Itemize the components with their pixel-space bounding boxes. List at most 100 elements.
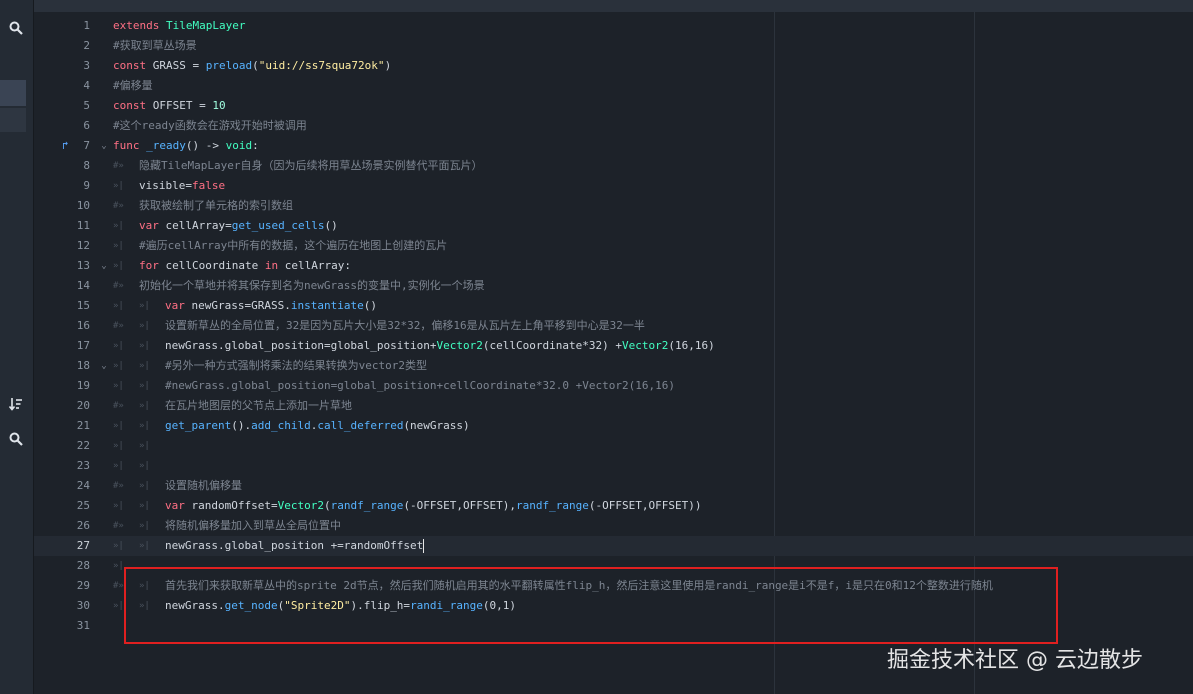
code-line[interactable]: 17 »| »| newGrass.global_position=global_po… (34, 336, 1193, 356)
code-token: newGrass.global_position=global_position… (165, 339, 437, 352)
indent-guide-icon: »| (139, 361, 150, 371)
indent-guide-icon: »| (113, 501, 124, 511)
code-text: #遍历cellArray中所有的数据，这个遍历在地图上创建的瓦片 (139, 236, 447, 256)
sort-icon[interactable] (2, 390, 30, 418)
code-token: (-OFFSET,OFFSET), (403, 499, 517, 512)
code-text: get_parent().add_child.call_deferred(new… (165, 416, 470, 436)
code-line[interactable]: 18 ⌄ »| »| #另外一种方式强制将乘法的结果转换为vector2类型 (34, 356, 1193, 376)
line-number: 5 (83, 99, 90, 112)
code-line[interactable]: 22 »| »| (34, 436, 1193, 456)
line-number: 29 (76, 579, 90, 592)
indent-guide-icon: #» (113, 201, 124, 211)
code-line[interactable]: 21 »| »| get_parent().add_child.call_deferr… (34, 416, 1193, 436)
code-token: "uid://ss7squa72ok" (258, 59, 385, 72)
code-token: TileMapLayer (159, 19, 246, 32)
code-line[interactable]: 16 #» »| 设置新草丛的全局位置，32是因为瓦片大小是32*32，偏移16是从瓦… (34, 316, 1193, 336)
code-line[interactable]: 13 ⌄ »| for cellCoordinate in cellArray: (34, 256, 1193, 276)
code-token: (). (231, 419, 252, 432)
code-token: 10 (212, 99, 226, 112)
code-line[interactable]: 14 #» 初始化一个草地并将其保存到名为newGrass的变量中,实例化一个场景 (34, 276, 1193, 296)
code-line[interactable]: 20 #» »| 在瓦片地图层的父节点上添加一片草地 (34, 396, 1193, 416)
search-icon[interactable] (2, 14, 30, 42)
line-number: 2 (83, 39, 90, 52)
code-line[interactable]: 7 ↱ ⌄ func _ready() -> void: (34, 136, 1193, 156)
line-number: 21 (76, 419, 90, 432)
line-number: 19 (76, 379, 90, 392)
code-token: randf_range (330, 499, 404, 512)
code-token: call_deferred (317, 419, 404, 432)
sidebar-item[interactable] (0, 108, 26, 132)
code-token: 设置随机偏移量 (165, 479, 242, 492)
code-token: (16,16) (668, 339, 715, 352)
fold-arrow-icon[interactable]: ⌄ (98, 136, 110, 156)
indent-guide-icon: »| (113, 241, 124, 251)
indent-guide-icon: »| (139, 461, 150, 471)
code-token: randomOffset= (184, 499, 278, 512)
code-token: ( (323, 499, 331, 512)
code-line[interactable]: 24 #» »| 设置随机偏移量 (34, 476, 1193, 496)
line-number: 18 (76, 359, 90, 372)
code-token: OFFSET = (146, 99, 213, 112)
code-token: 将随机偏移量加入到草丛全局位置中 (165, 519, 341, 532)
code-token: (cellCoordinate*32) + (482, 339, 622, 352)
code-token: in (264, 259, 279, 272)
code-token: false (191, 179, 226, 192)
indent-guide-icon: »| (139, 441, 150, 451)
line-number: 26 (76, 519, 90, 532)
code-line[interactable]: 8 #» 隐藏TileMapLayer自身（因为后续将用草丛场景实例替代平面瓦片） (34, 156, 1193, 176)
indent-guide-icon: #» (113, 521, 124, 531)
code-token: #获取到草丛场景 (113, 39, 197, 52)
code-line[interactable]: 4 #偏移量 (34, 76, 1193, 96)
line-number: 3 (83, 59, 90, 72)
code-token: ( (252, 59, 259, 72)
override-method-icon[interactable]: ↱ (62, 136, 76, 156)
code-token: GRASS = (146, 59, 206, 72)
code-token: 隐藏TileMapLayer自身（因为后续将用草丛场景实例替代平面瓦片） (139, 159, 483, 172)
code-text: newGrass.global_position=global_position… (165, 336, 715, 356)
code-text: newGrass.global_position +=randomOffset (165, 536, 425, 556)
fold-arrow-icon[interactable]: ⌄ (98, 256, 110, 276)
indent-guide-icon: #» (113, 161, 124, 171)
indent-guide-icon: »| (139, 521, 150, 531)
code-line[interactable]: 26 #» »| 将随机偏移量加入到草丛全局位置中 (34, 516, 1193, 536)
code-line[interactable]: 3 const GRASS = preload("uid://ss7squa72o… (34, 56, 1193, 76)
code-line[interactable]: 15 »| »| var newGrass=GRASS.instantiate() (34, 296, 1193, 316)
line-number: 14 (76, 279, 90, 292)
code-line[interactable]: 5 const OFFSET = 10 (34, 96, 1193, 116)
indent-guide-icon: »| (113, 301, 124, 311)
code-text: #这个ready函数会在游戏开始时被调用 (113, 116, 307, 136)
code-token: const (113, 99, 147, 112)
sidebar-selected-item[interactable] (0, 80, 26, 106)
code-token: () (363, 299, 377, 312)
line-number: 23 (76, 459, 90, 472)
code-text: const OFFSET = 10 (113, 96, 226, 116)
line-number: 24 (76, 479, 90, 492)
code-token: _ready (139, 139, 186, 152)
code-text: #获取到草丛场景 (113, 36, 197, 56)
code-line[interactable]: 27 »| »| newGrass.global_position +=randomO… (34, 536, 1193, 556)
code-line[interactable]: 12 »| #遍历cellArray中所有的数据，这个遍历在地图上创建的瓦片 (34, 236, 1193, 256)
code-token: 初始化一个草地并将其保存到名为newGrass的变量中,实例化一个场景 (139, 279, 485, 292)
code-line[interactable]: 6 #这个ready函数会在游戏开始时被调用 (34, 116, 1193, 136)
code-line[interactable]: 23 »| »| (34, 456, 1193, 476)
line-number: 30 (76, 599, 90, 612)
code-token: #newGrass.global_position=global_positio… (165, 379, 675, 392)
code-line[interactable]: 2 #获取到草丛场景 (34, 36, 1193, 56)
code-text: const GRASS = preload("uid://ss7squa72ok… (113, 56, 391, 76)
code-line[interactable]: 9 »| visible=false (34, 176, 1193, 196)
code-line[interactable]: 1 extends TileMapLayer (34, 16, 1193, 36)
code-line[interactable]: 11 »| var cellArray=get_used_cells() (34, 216, 1193, 236)
code-token: get_parent (165, 419, 232, 432)
line-number: 20 (76, 399, 90, 412)
code-text: 设置随机偏移量 (165, 476, 242, 496)
code-line[interactable]: 10 #» 获取被绘制了单元格的索引数组 (34, 196, 1193, 216)
line-number: 17 (76, 339, 90, 352)
code-token: () (324, 219, 338, 232)
code-token: get_used_cells (231, 219, 325, 232)
code-token: newGrass=GRASS. (184, 299, 291, 312)
filter-search-icon[interactable] (2, 425, 30, 453)
fold-arrow-icon[interactable]: ⌄ (98, 356, 110, 376)
code-text: 隐藏TileMapLayer自身（因为后续将用草丛场景实例替代平面瓦片） (139, 156, 482, 176)
code-line[interactable]: 25 »| »| var randomOffset=Vector2(randf_ran… (34, 496, 1193, 516)
code-line[interactable]: 19 »| »| #newGrass.global_position=global_p… (34, 376, 1193, 396)
